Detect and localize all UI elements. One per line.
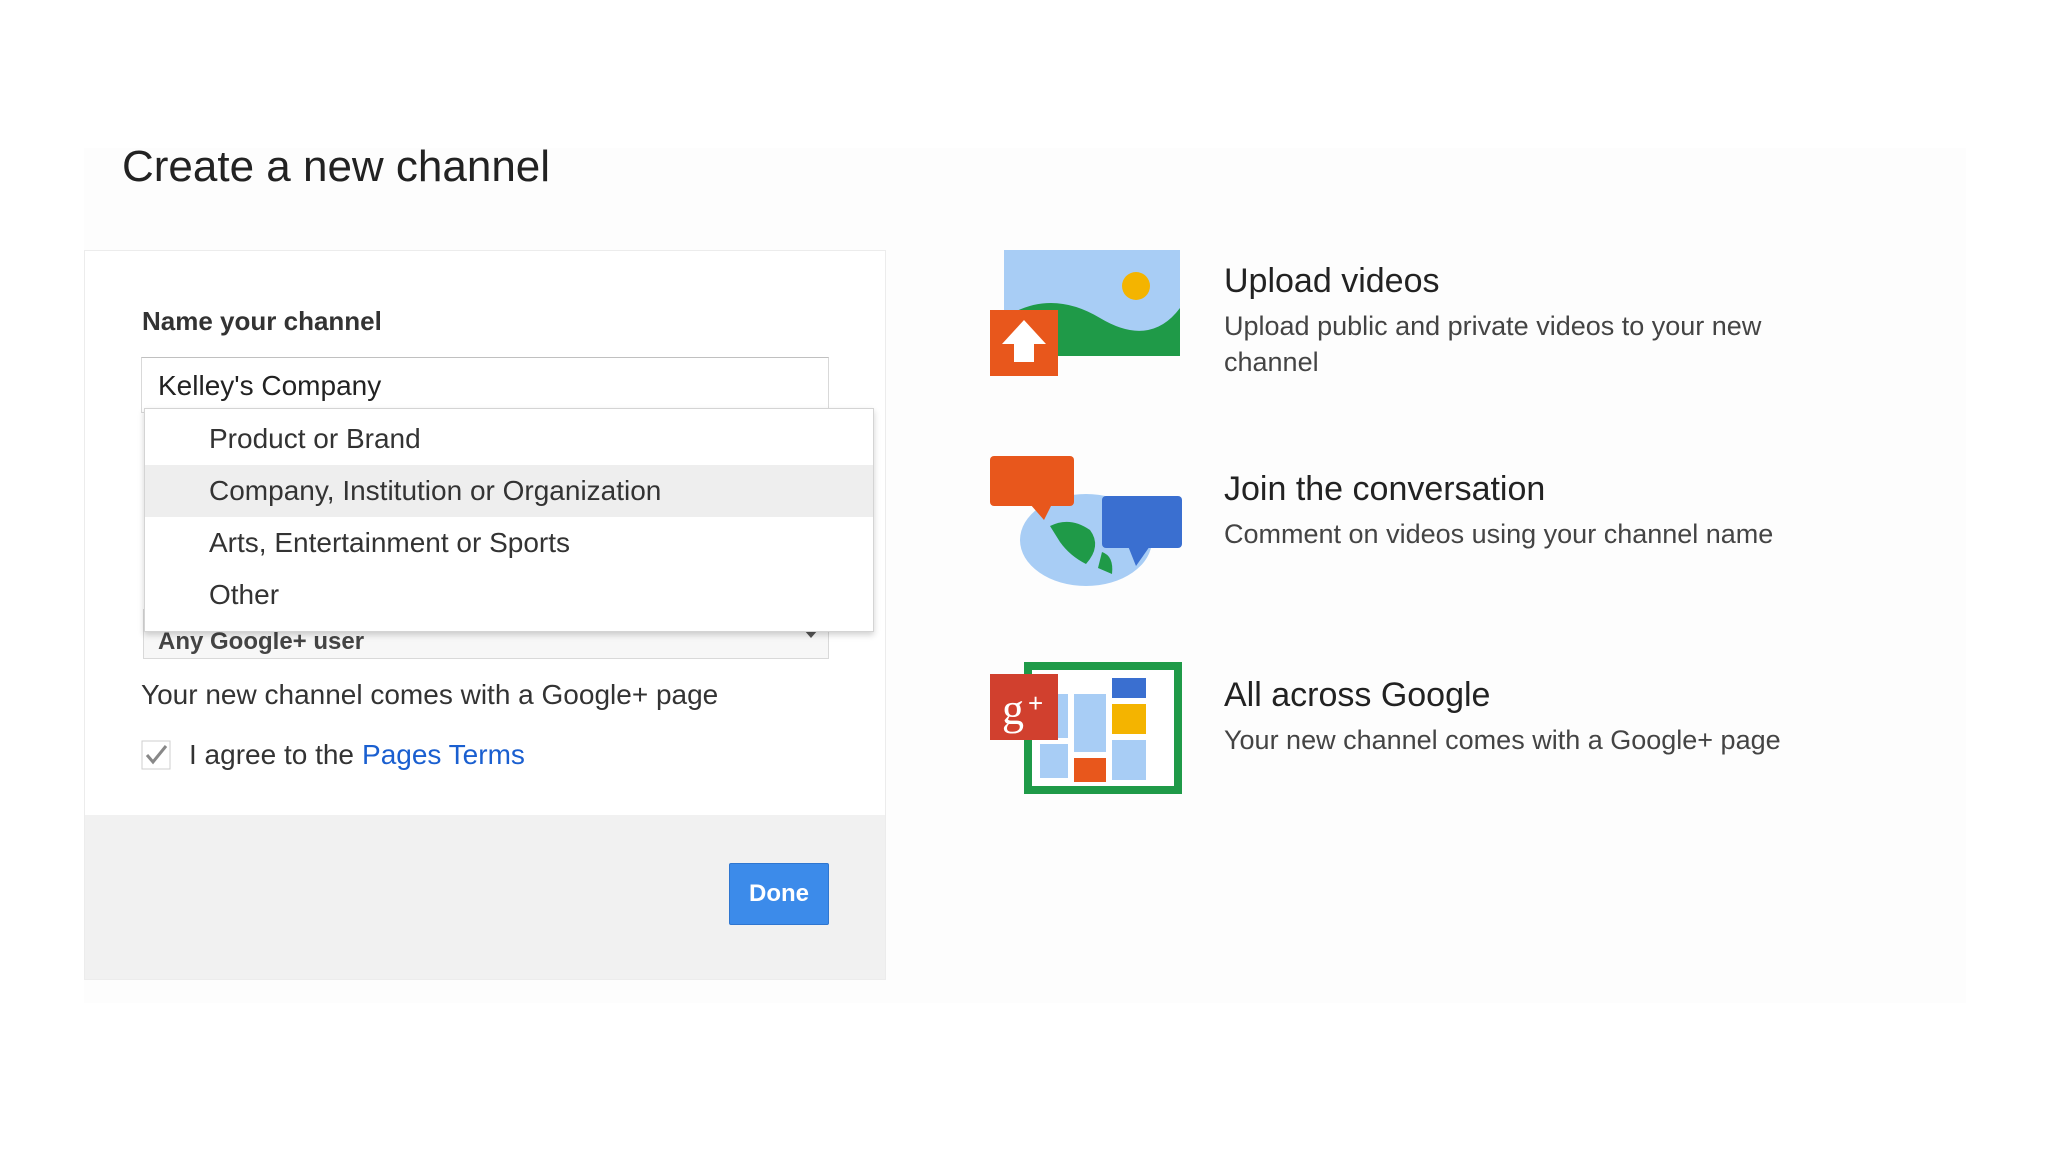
pages-terms-link[interactable]: Pages Terms [362,739,525,771]
audience-select-value: Any Google+ user [158,628,365,655]
dropdown-item-product-brand[interactable]: Product or Brand [145,413,873,465]
feature-title: Join the conversation [1224,470,1546,508]
agree-text: I agree to the [189,739,355,770]
done-button[interactable]: Done [729,863,829,925]
feature-title: Upload videos [1224,262,1440,300]
section-label: Name your channel [142,306,382,336]
upload-videos-icon [990,250,1180,376]
conversation-icon [990,456,1182,586]
feature-upload-videos: Upload videos Upload public and private … [990,248,1870,388]
category-dropdown-menu: Product or Brand Company, Institution or… [144,408,874,632]
google-plus-page-icon: g + [990,662,1182,794]
feature-title: All across Google [1224,676,1491,714]
feature-join-conversation: Join the conversation Comment on videos … [990,456,1870,596]
google-plus-note: Your new channel comes with a Google+ pa… [141,679,719,710]
dropdown-item-other[interactable]: Other [145,569,873,621]
channel-name-input[interactable]: Kelley's Company [141,357,829,413]
dropdown-item-arts-entertainment[interactable]: Arts, Entertainment or Sports [145,517,873,569]
terms-row: I agree to the Pages Terms [141,739,525,771]
feature-all-across-google: g + All across Google Your new channel c… [990,662,1870,802]
page-title: Create a new channel [122,142,551,191]
svg-text:+: + [1028,688,1043,718]
feature-description: Upload public and private videos to your… [1224,311,1762,377]
dropdown-item-company-organization[interactable]: Company, Institution or Organization [145,465,873,517]
checkbox-checked-icon[interactable] [141,740,171,770]
svg-text:g: g [1002,685,1024,734]
feature-description: Comment on videos using your channel nam… [1224,519,1774,549]
feature-description: Your new channel comes with a Google+ pa… [1224,725,1781,755]
